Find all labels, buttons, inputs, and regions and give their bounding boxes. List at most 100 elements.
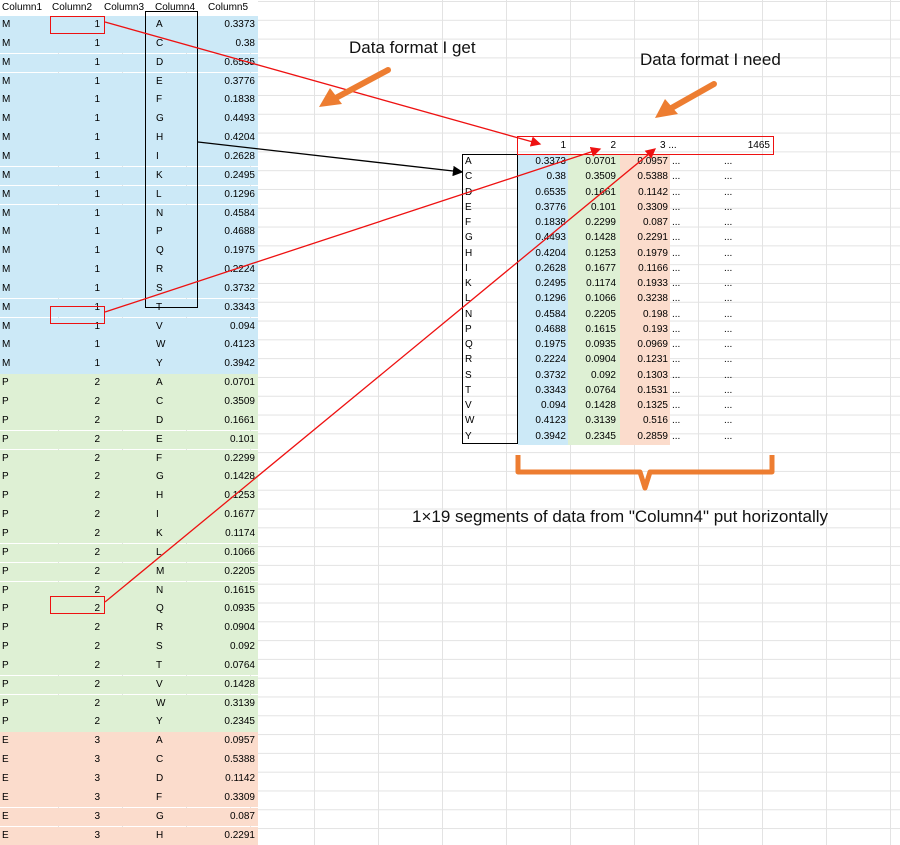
source-cell-col2[interactable]: 3 <box>52 811 100 822</box>
source-cell-col2[interactable]: 3 <box>52 754 100 765</box>
source-cell-col1[interactable]: E <box>2 830 9 841</box>
target-cell-value3[interactable]: 0.0957 <box>620 156 668 167</box>
target-cell-value2[interactable]: 0.2345 <box>568 431 616 442</box>
target-cell-value3[interactable]: 0.193 <box>620 324 668 335</box>
target-cell-value5[interactable]: ... <box>724 309 732 320</box>
target-cell-value3[interactable]: 0.1531 <box>620 385 668 396</box>
target-cell-value3[interactable]: 0.3309 <box>620 202 668 213</box>
target-cell-value3[interactable]: 0.1979 <box>620 248 668 259</box>
source-cell-col1[interactable]: E <box>2 811 9 822</box>
target-cell-value5[interactable]: ... <box>724 171 732 182</box>
target-cell-value2[interactable]: 0.1615 <box>568 324 616 335</box>
target-cell-value5[interactable]: ... <box>724 202 732 213</box>
target-cell-value4[interactable]: ... <box>672 400 680 411</box>
target-cell-value1[interactable]: 0.3942 <box>518 431 566 442</box>
target-cell-value1[interactable]: 0.094 <box>518 400 566 411</box>
target-cell-value1[interactable]: 0.6535 <box>518 187 566 198</box>
target-cell-value5[interactable]: ... <box>724 248 732 259</box>
target-cell-value5[interactable]: ... <box>724 232 732 243</box>
target-cell-value4[interactable]: ... <box>672 202 680 213</box>
target-cell-value5[interactable]: ... <box>724 339 732 350</box>
target-cell-value3[interactable]: 0.5388 <box>620 171 668 182</box>
source-cell-col1[interactable]: E <box>2 754 9 765</box>
target-cell-value4[interactable]: ... <box>672 354 680 365</box>
target-cell-value2[interactable]: 0.1066 <box>568 293 616 304</box>
target-cell-value1[interactable]: 0.3373 <box>518 156 566 167</box>
source-cell-col2[interactable]: 2 <box>52 698 100 709</box>
target-cell-value5[interactable]: ... <box>724 431 732 442</box>
target-cell-value4[interactable]: ... <box>672 171 680 182</box>
target-cell-value1[interactable]: 0.2224 <box>518 354 566 365</box>
source-cell-col1[interactable]: P <box>2 698 9 709</box>
target-cell-value2[interactable]: 0.101 <box>568 202 616 213</box>
target-cell-value5[interactable]: ... <box>724 370 732 381</box>
source-cell-col5[interactable]: 0.3139 <box>205 698 255 709</box>
target-cell-value4[interactable]: ... <box>672 217 680 228</box>
target-cell-value4[interactable]: ... <box>672 232 680 243</box>
target-cell-value2[interactable]: 0.1428 <box>568 232 616 243</box>
target-cell-value3[interactable]: 0.2291 <box>620 232 668 243</box>
target-cell-value1[interactable]: 0.1296 <box>518 293 566 304</box>
source-cell-col4[interactable]: G <box>156 811 164 822</box>
target-cell-value1[interactable]: 0.4493 <box>518 232 566 243</box>
source-cell-col2[interactable]: 3 <box>52 792 100 803</box>
target-cell-value1[interactable]: 0.4584 <box>518 309 566 320</box>
target-cell-value5[interactable]: ... <box>724 278 732 289</box>
target-cell-value5[interactable]: ... <box>724 415 732 426</box>
target-cell-value2[interactable]: 0.0935 <box>568 339 616 350</box>
source-cell-col4[interactable]: H <box>156 830 163 841</box>
target-cell-value3[interactable]: 0.0969 <box>620 339 668 350</box>
target-cell-value4[interactable]: ... <box>672 263 680 274</box>
target-cell-value4[interactable]: ... <box>672 370 680 381</box>
source-cell-col4[interactable]: W <box>156 698 165 709</box>
source-cell-col2[interactable]: 3 <box>52 773 100 784</box>
target-cell-value4[interactable]: ... <box>672 415 680 426</box>
source-cell-col1[interactable]: E <box>2 792 9 803</box>
target-cell-value3[interactable]: 0.1166 <box>620 263 668 274</box>
target-cell-value1[interactable]: 0.2628 <box>518 263 566 274</box>
target-cell-value2[interactable]: 0.3139 <box>568 415 616 426</box>
target-cell-value2[interactable]: 0.1677 <box>568 263 616 274</box>
target-cell-value2[interactable]: 0.0701 <box>568 156 616 167</box>
target-cell-value4[interactable]: ... <box>672 156 680 167</box>
target-cell-value2[interactable]: 0.1253 <box>568 248 616 259</box>
target-cell-value1[interactable]: 0.2495 <box>518 278 566 289</box>
target-cell-value3[interactable]: 0.2859 <box>620 431 668 442</box>
target-cell-value3[interactable]: 0.1325 <box>620 400 668 411</box>
target-cell-value3[interactable]: 0.1933 <box>620 278 668 289</box>
source-cell-col5[interactable]: 0.1142 <box>205 773 255 784</box>
source-cell-col1[interactable]: E <box>2 735 9 746</box>
target-cell-value3[interactable]: 0.1303 <box>620 370 668 381</box>
source-cell-col4[interactable]: Y <box>156 716 163 727</box>
target-cell-value4[interactable]: ... <box>672 187 680 198</box>
target-cell-value2[interactable]: 0.2205 <box>568 309 616 320</box>
source-cell-col2[interactable]: 3 <box>52 830 100 841</box>
source-cell-col4[interactable]: A <box>156 735 163 746</box>
target-cell-value2[interactable]: 0.3509 <box>568 171 616 182</box>
source-cell-col5[interactable]: 0.087 <box>205 811 255 822</box>
target-cell-value2[interactable]: 0.2299 <box>568 217 616 228</box>
source-cell-col2[interactable]: 3 <box>52 735 100 746</box>
target-cell-value1[interactable]: 0.3776 <box>518 202 566 213</box>
target-cell-value3[interactable]: 0.1231 <box>620 354 668 365</box>
source-cell-col4[interactable]: F <box>156 792 162 803</box>
target-cell-value3[interactable]: 0.3238 <box>620 293 668 304</box>
target-cell-value1[interactable]: 0.3732 <box>518 370 566 381</box>
target-cell-value2[interactable]: 0.1428 <box>568 400 616 411</box>
source-cell-col5[interactable]: 0.0957 <box>205 735 255 746</box>
target-cell-value4[interactable]: ... <box>672 385 680 396</box>
target-cell-value1[interactable]: 0.4204 <box>518 248 566 259</box>
target-cell-value5[interactable]: ... <box>724 354 732 365</box>
target-cell-value1[interactable]: 0.4123 <box>518 415 566 426</box>
target-cell-value1[interactable]: 0.3343 <box>518 385 566 396</box>
target-cell-value5[interactable]: ... <box>724 156 732 167</box>
target-cell-value2[interactable]: 0.0904 <box>568 354 616 365</box>
target-cell-value1[interactable]: 0.1838 <box>518 217 566 228</box>
target-cell-value4[interactable]: ... <box>672 248 680 259</box>
target-cell-value4[interactable]: ... <box>672 339 680 350</box>
target-cell-value1[interactable]: 0.4688 <box>518 324 566 335</box>
target-cell-value2[interactable]: 0.0764 <box>568 385 616 396</box>
target-cell-value5[interactable]: ... <box>724 324 732 335</box>
target-cell-value2[interactable]: 0.1661 <box>568 187 616 198</box>
target-cell-value5[interactable]: ... <box>724 263 732 274</box>
